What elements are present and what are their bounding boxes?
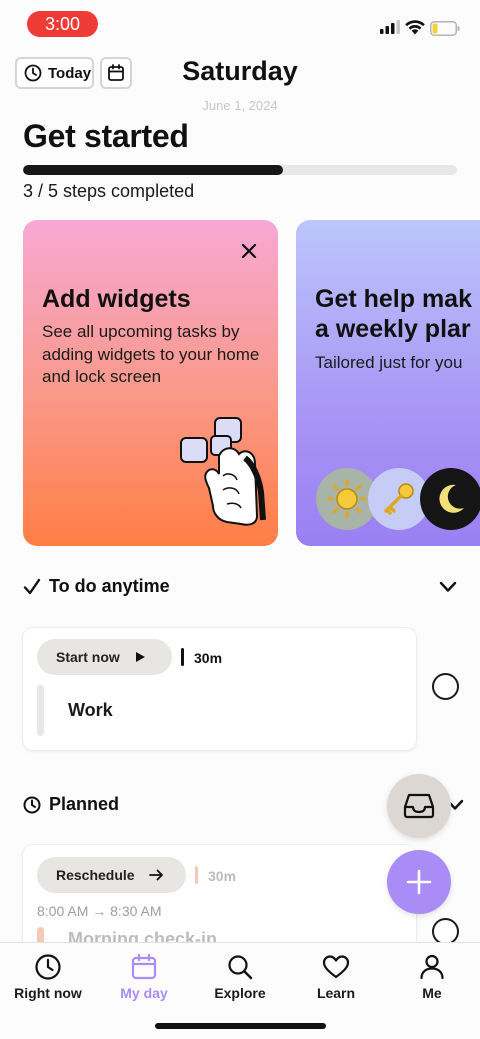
progress-bar	[23, 165, 457, 175]
tab-explore[interactable]: Explore	[192, 953, 288, 1001]
arrow-right-icon	[148, 869, 163, 881]
complete-task-checkbox[interactable]	[432, 918, 459, 945]
duration-marker	[181, 648, 184, 666]
tab-learn[interactable]: Learn	[288, 953, 384, 1001]
progress-fill	[23, 165, 284, 175]
today-label: Today	[48, 64, 92, 82]
cellular-signal-icon	[380, 20, 400, 34]
calendar-icon	[131, 953, 157, 980]
moon-icon	[420, 468, 480, 530]
task-duration: 30m	[194, 650, 223, 666]
clock-icon	[35, 954, 61, 980]
card-description: See all upcoming tasks by adding widgets…	[42, 322, 260, 386]
tab-label: Explore	[214, 985, 266, 1001]
battery-icon	[430, 21, 460, 36]
tab-label: My day	[120, 985, 168, 1001]
checkmark-icon	[23, 578, 41, 594]
task-duration: 30m	[208, 868, 237, 884]
task-time-range: 8:00 AM → 8:30 AM	[37, 903, 162, 919]
complete-task-checkbox[interactable]	[432, 673, 459, 700]
tab-label: Me	[422, 985, 442, 1001]
today-button[interactable]: Today	[15, 57, 94, 89]
hand-widgets-illustration	[180, 417, 266, 526]
inbox-icon	[403, 793, 435, 819]
clock-icon	[24, 64, 42, 82]
clock-icon	[23, 796, 41, 813]
close-icon[interactable]	[240, 242, 258, 260]
page-date: June 1, 2024	[202, 98, 278, 113]
person-icon	[420, 954, 444, 980]
task-name: Work	[68, 700, 113, 720]
reschedule-button[interactable]: Reschedule	[37, 857, 186, 893]
start-now-label: Start now	[56, 649, 120, 665]
tab-right-now[interactable]: Right now	[0, 953, 96, 1001]
chevron-down-icon[interactable]	[439, 581, 457, 593]
inbox-button[interactable]	[387, 774, 451, 838]
duration-marker	[195, 866, 198, 884]
play-icon	[135, 652, 145, 662]
add-widgets-card[interactable]: Add widgets See all upcoming tasks by ad…	[23, 220, 278, 546]
planned-header[interactable]: Planned	[23, 794, 119, 815]
add-task-button[interactable]	[387, 850, 451, 914]
section-title: To do anytime	[49, 576, 170, 596]
plus-icon	[406, 869, 432, 895]
progress-text: 3 / 5 steps completed	[23, 181, 195, 201]
tab-me[interactable]: Me	[384, 953, 480, 1001]
card-description: Tailored just for you	[315, 353, 463, 372]
home-indicator	[155, 1023, 326, 1029]
card-title: Add widgets	[42, 285, 191, 313]
start-now-button[interactable]: Start now	[37, 639, 172, 675]
tab-label: Learn	[316, 985, 356, 1001]
status-bar: 3:00	[0, 0, 480, 48]
reschedule-label: Reschedule	[56, 867, 135, 883]
wifi-icon	[405, 20, 425, 35]
task-card-work[interactable]: Start now 30m Work	[23, 628, 416, 750]
search-icon	[228, 955, 253, 980]
card-title: Get help mak a weekly plar	[315, 285, 472, 343]
status-time: 3:00	[27, 11, 98, 37]
tab-my-day[interactable]: My day	[96, 953, 192, 1001]
weekly-plan-card[interactable]: Get help mak a weekly plar Tailored just …	[296, 220, 480, 546]
todo-anytime-header[interactable]: To do anytime	[23, 576, 170, 597]
heart-icon	[322, 955, 350, 979]
calendar-button[interactable]	[100, 57, 132, 89]
page-title: Saturday	[182, 56, 298, 86]
section-title: Planned	[49, 794, 120, 814]
get-started-title: Get started	[23, 118, 189, 154]
tab-label: Right now	[14, 985, 82, 1001]
calendar-icon	[108, 64, 124, 81]
task-color-stripe	[37, 685, 44, 736]
